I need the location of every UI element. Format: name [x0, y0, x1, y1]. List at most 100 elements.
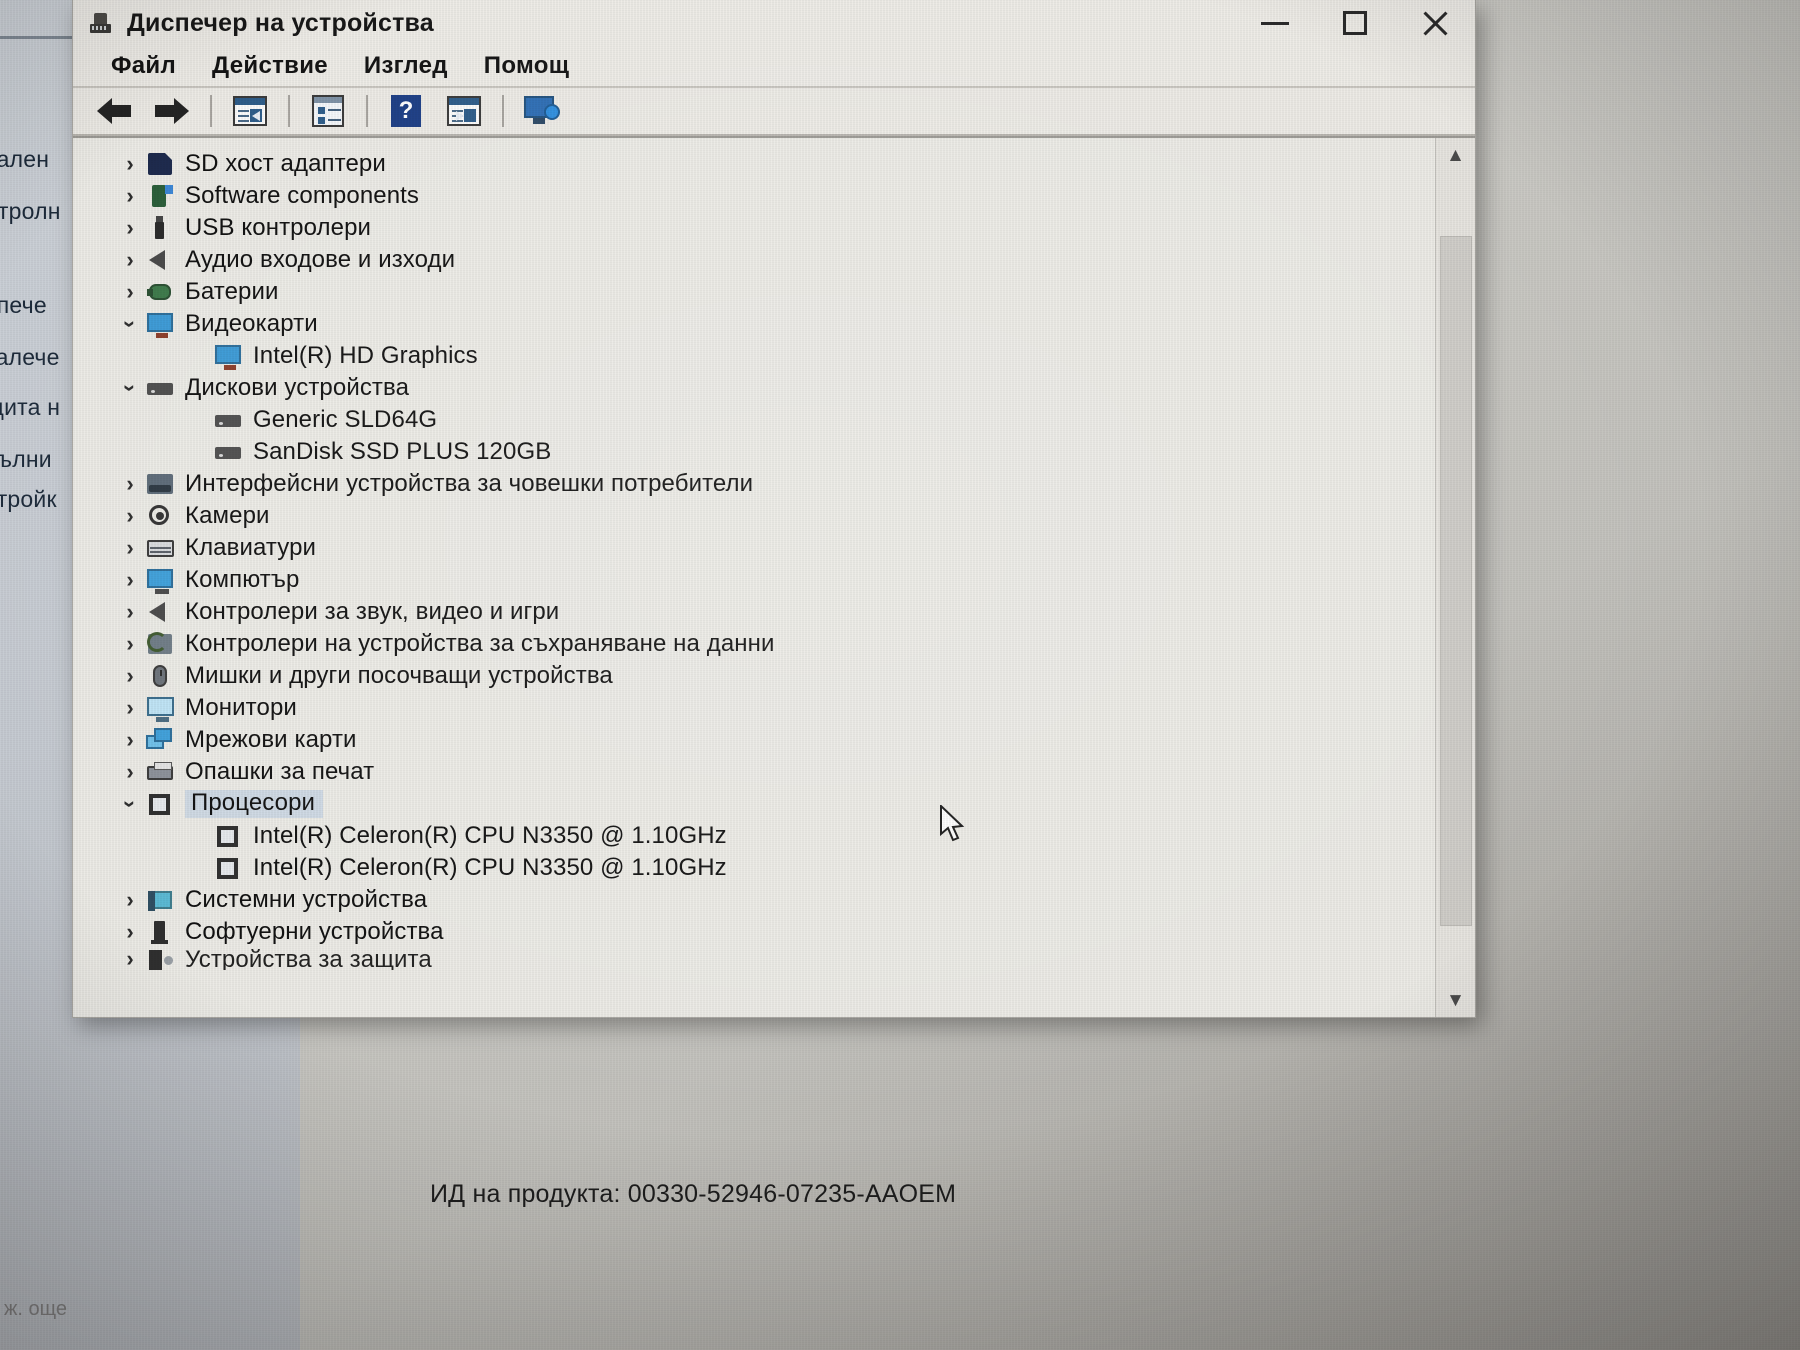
tree-row[interactable]: › Дискови устройства	[73, 372, 1435, 404]
menu-file[interactable]: Файл	[93, 52, 194, 80]
tree-row-highlight: Батерии	[185, 280, 279, 304]
chevron-down-icon[interactable]: ›	[118, 311, 143, 337]
maximize-icon	[1343, 11, 1367, 35]
usb-controller-icon	[145, 215, 175, 241]
help-button[interactable]: ?	[379, 90, 433, 132]
tree-row[interactable]: › Software components	[73, 180, 1435, 212]
chevron-right-icon[interactable]: ›	[117, 697, 143, 719]
tree-row[interactable]: › SD хост адаптери	[73, 148, 1435, 180]
chevron-right-icon[interactable]: ›	[117, 633, 143, 655]
system-device-icon	[145, 887, 175, 913]
tree-row[interactable]: Intel(R) Celeron(R) CPU N3350 @ 1.10GHz	[73, 852, 1435, 884]
bg-item-4[interactable]: ащита н	[0, 396, 60, 419]
tree-row[interactable]: Intel(R) Celeron(R) CPU N3350 @ 1.10GHz	[73, 820, 1435, 852]
bg-item-2[interactable]: испече	[0, 294, 47, 317]
tree-row[interactable]: › USB контролери	[73, 212, 1435, 244]
scrollbar-track[interactable]	[1436, 172, 1476, 983]
bg-item-5[interactable]: опълни	[0, 448, 52, 471]
bg-item-1[interactable]: онтролн	[0, 200, 61, 223]
chevron-down-icon[interactable]: ›	[118, 375, 143, 401]
chevron-right-icon[interactable]: ›	[117, 185, 143, 207]
tree-row-label: Контролери на устройства за съхраняване …	[185, 630, 775, 657]
chevron-right-icon[interactable]: ›	[117, 921, 143, 943]
tree-row[interactable]: › Мрежови карти	[73, 724, 1435, 756]
tree-row[interactable]: › Системни устройства	[73, 884, 1435, 916]
tree-row-label: Батерии	[185, 278, 279, 305]
scrollbar-thumb[interactable]	[1439, 236, 1472, 926]
tree-row[interactable]: › Монитори	[73, 692, 1435, 724]
help-icon: ?	[391, 95, 421, 127]
tree-row-label: Дискови устройства	[185, 374, 410, 401]
storage-controller-icon	[145, 631, 175, 657]
chevron-right-icon[interactable]: ›	[117, 948, 143, 970]
tree-row[interactable]: › Видеокарти	[73, 308, 1435, 340]
show-hidden-devices-icon	[524, 96, 560, 126]
tree-row[interactable]: › Опашки за печат	[73, 756, 1435, 788]
menu-view[interactable]: Изглед	[346, 52, 466, 80]
tree-row-highlight: Software components	[185, 184, 419, 208]
tree-row-highlight: Контролери на устройства за съхраняване …	[185, 632, 775, 656]
tree-row[interactable]: SanDisk SSD PLUS 120GB	[73, 436, 1435, 468]
scan-hardware-button[interactable]	[437, 90, 491, 132]
tree-row-highlight: Софтуерни устройства	[185, 920, 444, 944]
tree-row[interactable]: › Процесори	[73, 788, 1435, 820]
chevron-right-icon[interactable]: ›	[117, 217, 143, 239]
device-tree[interactable]: › SD хост адаптери › Software components › US…	[73, 138, 1435, 1017]
tree-row[interactable]: › Аудио входове и изходи	[73, 244, 1435, 276]
bg-item-3[interactable]: тдалече	[0, 346, 60, 369]
title-bar[interactable]: Диспечер на устройства	[73, 0, 1475, 46]
tree-row[interactable]: › Камери	[73, 500, 1435, 532]
bg-item-6[interactable]: астройк	[0, 488, 57, 511]
toolbar-separator	[288, 95, 290, 127]
minimize-icon	[1261, 21, 1289, 25]
bg-item-0[interactable]: ачален	[0, 148, 49, 171]
tree-row-label: Контролери за звук, видео и игри	[185, 598, 560, 625]
tree-row[interactable]: › Контролери на устройства за съхраняване…	[73, 628, 1435, 660]
tree-row[interactable]: › Интерфейсни устройства за човешки потре…	[73, 468, 1435, 500]
close-button[interactable]	[1395, 0, 1475, 46]
tree-row[interactable]: › Мишки и други посочващи устройства	[73, 660, 1435, 692]
chevron-right-icon[interactable]: ›	[117, 537, 143, 559]
security-device-icon	[145, 948, 175, 970]
vertical-scrollbar[interactable]: ▲ ▼	[1435, 138, 1475, 1017]
tree-row-label: Интерфейсни устройства за човешки потреб…	[185, 470, 754, 497]
scroll-up-icon[interactable]: ▲	[1436, 138, 1476, 172]
show-hidden-devices-button[interactable]	[515, 90, 569, 132]
chevron-right-icon[interactable]: ›	[117, 153, 143, 175]
properties-button[interactable]	[223, 90, 277, 132]
tree-row-highlight: USB контролери	[185, 216, 371, 240]
back-button[interactable]	[87, 90, 141, 132]
tree-row[interactable]: › Контролери за звук, видео и игри	[73, 596, 1435, 628]
tree-row[interactable]: › Батерии	[73, 276, 1435, 308]
tree-row[interactable]: › Клавиатури	[73, 532, 1435, 564]
tree-row-label: Системни устройства	[185, 886, 428, 913]
tree-row-highlight: Generic SLD64G	[253, 408, 437, 432]
chevron-right-icon[interactable]: ›	[117, 665, 143, 687]
menu-action[interactable]: Действие	[194, 52, 346, 80]
scroll-down-icon[interactable]: ▼	[1436, 983, 1476, 1017]
tree-row[interactable]: › Устройства за защита	[73, 948, 1435, 970]
desktop-bottom-text: ж. още	[4, 1298, 67, 1320]
chevron-right-icon[interactable]: ›	[117, 889, 143, 911]
chevron-right-icon[interactable]: ›	[117, 505, 143, 527]
chevron-down-icon[interactable]: ›	[118, 791, 143, 817]
display-adapter-icon	[145, 311, 175, 338]
menu-help[interactable]: Помощ	[466, 52, 587, 80]
chevron-right-icon[interactable]: ›	[117, 569, 143, 591]
tree-row[interactable]: › Компютър	[73, 564, 1435, 596]
tree-row[interactable]: Generic SLD64G	[73, 404, 1435, 436]
maximize-button[interactable]	[1315, 0, 1395, 46]
chevron-right-icon[interactable]: ›	[117, 249, 143, 271]
tree-row[interactable]: Intel(R) HD Graphics	[73, 340, 1435, 372]
tree-row[interactable]: › Софтуерни устройства	[73, 916, 1435, 948]
tree-row-label: Компютър	[185, 566, 300, 593]
minimize-button[interactable]	[1235, 0, 1315, 46]
chevron-right-icon[interactable]: ›	[117, 729, 143, 751]
tree-row-highlight: Видеокарти	[185, 312, 318, 336]
chevron-right-icon[interactable]: ›	[117, 281, 143, 303]
chevron-right-icon[interactable]: ›	[117, 761, 143, 783]
update-driver-button[interactable]	[301, 90, 355, 132]
forward-button[interactable]	[145, 90, 199, 132]
chevron-right-icon[interactable]: ›	[117, 473, 143, 495]
chevron-right-icon[interactable]: ›	[117, 601, 143, 623]
